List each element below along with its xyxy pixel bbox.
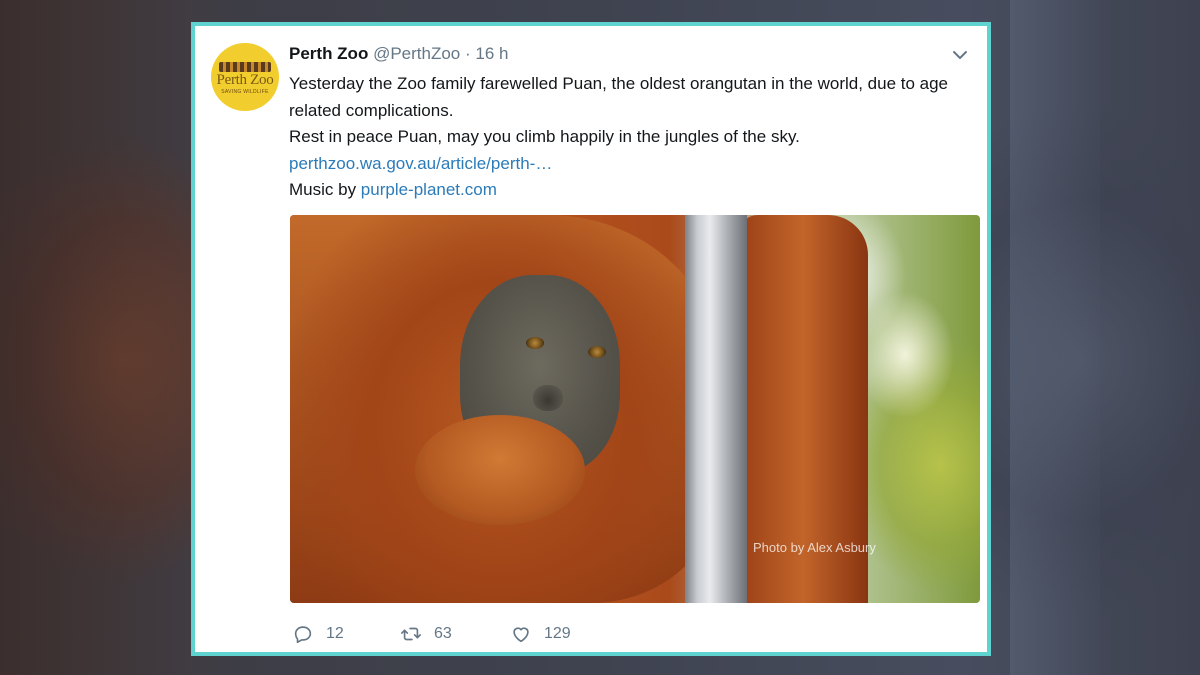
tweet-text: Yesterday the Zoo family farewelled Puan… — [289, 71, 979, 204]
reply-count: 12 — [326, 625, 344, 642]
logo-text: Perth Zoo — [216, 71, 274, 88]
like-count: 129 — [544, 625, 571, 642]
music-credit-prefix: Music by — [289, 180, 361, 199]
logo-subtext: SAVING WILDLIFE — [221, 88, 269, 95]
tweet-header: Perth Zoo @PerthZoo · 16 h — [289, 44, 509, 64]
article-link[interactable]: perthzoo.wa.gov.au/article/perth-… — [289, 154, 552, 173]
retweet-button[interactable]: 63 — [400, 622, 452, 646]
photo-credit: Photo by Alex Asbury — [753, 540, 876, 555]
display-name[interactable]: Perth Zoo — [289, 44, 368, 63]
chevron-down-icon[interactable] — [951, 48, 969, 62]
avatar[interactable]: Perth Zoo SAVING WILDLIFE — [211, 43, 279, 111]
tweet-text-line-2: Rest in peace Puan, may you climb happil… — [289, 127, 800, 146]
retweet-count: 63 — [434, 625, 452, 642]
tweet-media-image[interactable]: Photo by Alex Asbury — [290, 215, 980, 603]
tweet-card: Perth Zoo SAVING WILDLIFE Perth Zoo @Per… — [191, 22, 991, 656]
background-band — [1010, 0, 1100, 675]
reply-button[interactable]: 12 — [292, 622, 344, 646]
tweet-actions: 12 63 129 — [292, 622, 692, 646]
reply-icon — [294, 626, 312, 644]
user-handle[interactable]: @PerthZoo — [373, 44, 460, 63]
timestamp[interactable]: 16 h — [475, 44, 508, 63]
logo-graphic — [219, 61, 271, 72]
separator: · — [465, 44, 471, 63]
orangutan-right-eye — [588, 346, 606, 358]
orangutan-left-eye — [526, 337, 544, 349]
background-shade — [0, 0, 200, 675]
tweet-text-line-1: Yesterday the Zoo family farewelled Puan… — [289, 74, 949, 120]
like-icon — [513, 627, 529, 643]
orangutan-cheek-fur — [415, 415, 585, 525]
metal-pole — [685, 215, 747, 603]
music-link[interactable]: purple-planet.com — [361, 180, 497, 199]
like-button[interactable]: 129 — [510, 622, 571, 646]
retweet-icon — [401, 627, 421, 641]
orangutan-nose — [533, 385, 563, 411]
